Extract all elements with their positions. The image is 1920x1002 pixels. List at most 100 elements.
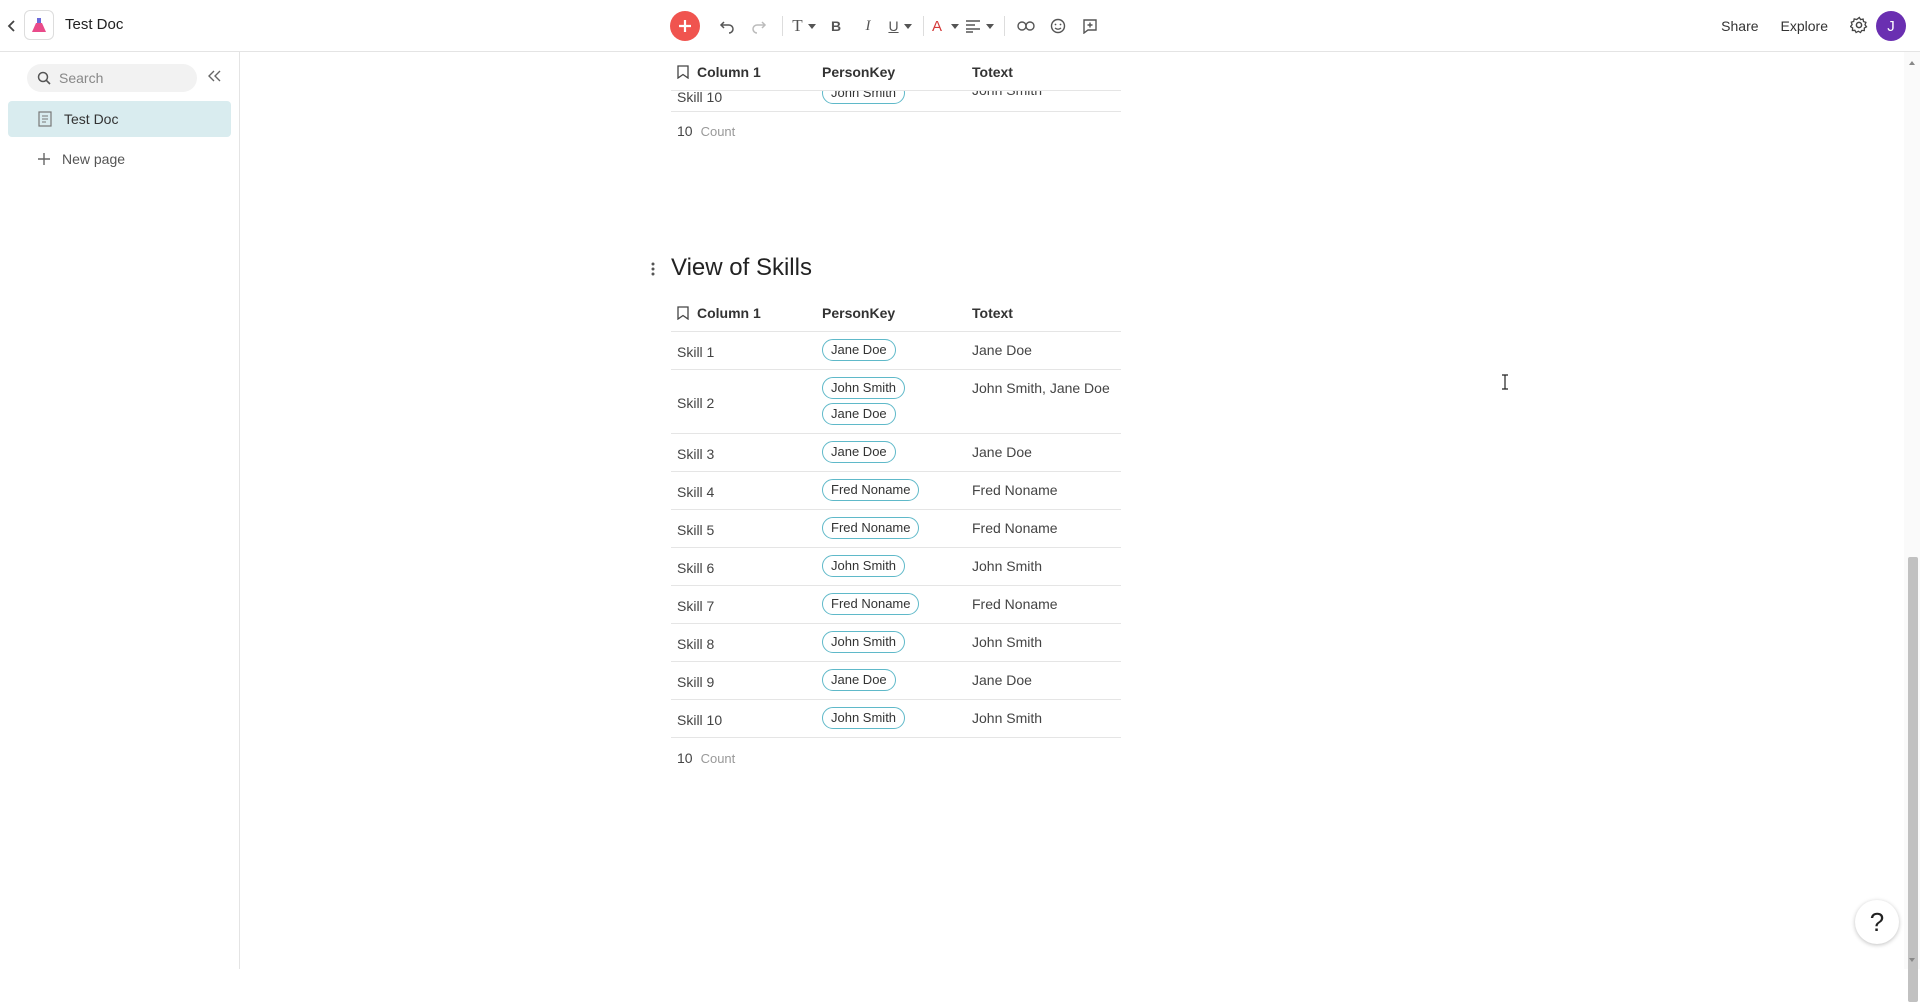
row-count: 10 [677, 750, 693, 766]
table-row[interactable]: Skill 1 Jane Doe Jane Doe [671, 332, 1121, 370]
plus-icon [38, 153, 50, 165]
formatting-toolbar: T B I U A [670, 10, 1109, 42]
text-style-dropdown[interactable]: T [791, 11, 817, 41]
table-header: Column 1 PersonKey Totext [671, 54, 1121, 91]
header-label: Column 1 [697, 305, 761, 321]
header-column1[interactable]: Column 1 [671, 305, 822, 321]
italic-icon: I [865, 17, 871, 34]
cell-totext: John Smith [972, 90, 1043, 98]
sidebar-page-test-doc[interactable]: Test Doc [8, 101, 231, 137]
collapse-sidebar-icon[interactable] [208, 69, 222, 87]
doc-title[interactable]: Test Doc [65, 16, 123, 33]
align-dropdown[interactable] [965, 11, 995, 41]
table-row[interactable]: Skill 6 John Smith John Smith [671, 548, 1121, 586]
doc-logo-icon[interactable] [24, 10, 54, 40]
new-page-label: New page [62, 151, 126, 167]
cell-totext: John Smith [972, 558, 1043, 574]
document-canvas[interactable]: Skill 10 John Smith John Smith Column 1 … [240, 52, 1904, 969]
skills-table: Column 1 PersonKey Totext Skill 1 Jane Do… [671, 295, 1121, 778]
explore-button[interactable]: Explore [1781, 18, 1828, 34]
count-label[interactable]: Count [701, 751, 736, 766]
count-label[interactable]: Count [701, 124, 736, 139]
chevron-down-icon [903, 23, 912, 29]
cell-totext: John Smith [972, 710, 1043, 726]
person-chip[interactable]: John Smith [822, 555, 906, 577]
cell-totext: Fred Noname [972, 520, 1058, 536]
person-chip[interactable]: Fred Noname [822, 593, 920, 615]
cell-column1: Skill 6 [677, 560, 715, 576]
person-chip[interactable]: Jane Doe [822, 441, 896, 463]
toolbar-divider [923, 16, 924, 36]
person-chip[interactable]: Jane Doe [822, 669, 896, 691]
person-chip[interactable]: Jane Doe [822, 339, 896, 361]
cell-column1: Skill 7 [677, 598, 715, 614]
cell-personkey: John Smith [822, 90, 972, 111]
header-personkey[interactable]: PersonKey [822, 305, 972, 321]
emoji-icon[interactable] [1045, 11, 1071, 41]
cell-totext: John Smith, Jane Doe [972, 380, 1110, 396]
comment-add-icon[interactable] [1077, 11, 1103, 41]
cell-personkey: John Smith Jane Doe [822, 370, 972, 433]
undo-icon[interactable] [714, 11, 740, 41]
bookmark-icon [677, 65, 689, 79]
cell-column1: Skill 5 [677, 522, 715, 538]
new-page-button[interactable]: New page [38, 151, 125, 167]
share-button[interactable]: Share [1721, 18, 1758, 34]
toolbar-divider [782, 16, 783, 36]
header-totext[interactable]: Totext [972, 305, 1121, 321]
italic-button[interactable]: I [855, 11, 881, 41]
text-style-icon: T [792, 16, 803, 35]
person-chip[interactable]: John Smith [822, 377, 906, 399]
back-arrow-icon[interactable] [4, 16, 20, 36]
search-icon [37, 71, 51, 85]
person-chip[interactable]: John Smith [822, 90, 906, 104]
person-chip[interactable]: John Smith [822, 707, 906, 729]
table-row[interactable]: Skill 9 Jane Doe Jane Doe [671, 662, 1121, 700]
settings-gear-icon[interactable] [1849, 16, 1868, 37]
person-chip[interactable]: John Smith [822, 631, 906, 653]
bookmark-icon [677, 306, 689, 320]
table-row[interactable]: Skill 4 Fred Noname Fred Noname [671, 472, 1121, 510]
text-color-dropdown[interactable]: A [932, 11, 960, 41]
scroll-down-arrow-icon[interactable] [1904, 955, 1920, 965]
underline-icon: U [888, 18, 899, 34]
cell-column1: Skill 10 [677, 90, 723, 105]
person-chip[interactable]: Fred Noname [822, 517, 920, 539]
table-row[interactable]: Skill 10 John Smith John Smith [671, 700, 1121, 738]
table-body: Skill 1 Jane Doe Jane Doe Skill 2 John Smith… [671, 332, 1121, 738]
vertical-scrollbar[interactable] [1904, 52, 1920, 1002]
cell-personkey: Jane Doe [822, 434, 972, 471]
table-row[interactable]: Skill 8 John Smith John Smith [671, 624, 1121, 662]
sidebar-page-label: Test Doc [64, 111, 119, 127]
block-drag-handle-icon[interactable] [651, 262, 655, 281]
table-row[interactable]: Skill 5 Fred Noname Fred Noname [671, 510, 1121, 548]
section-heading[interactable]: View of Skills [671, 254, 812, 282]
row-count: 10 [677, 123, 693, 139]
link-icon[interactable] [1013, 11, 1039, 41]
help-button[interactable]: ? [1855, 900, 1899, 944]
cell-column1: Skill 10 [677, 712, 723, 728]
person-chip[interactable]: Jane Doe [822, 403, 896, 425]
text-cursor-icon [1501, 374, 1509, 395]
table-row[interactable]: Skill 3 Jane Doe Jane Doe [671, 434, 1121, 472]
cell-column1: Skill 4 [677, 484, 715, 500]
add-block-button[interactable] [670, 11, 700, 41]
cell-totext: Fred Noname [972, 596, 1058, 612]
cell-personkey: Jane Doe [822, 662, 972, 699]
bold-button[interactable]: B [823, 11, 849, 41]
header-column1[interactable]: Column 1 [671, 64, 822, 80]
underline-dropdown[interactable]: U [887, 11, 913, 41]
user-avatar[interactable]: J [1876, 11, 1906, 41]
table-row[interactable]: Skill 10 John Smith John Smith [671, 90, 1121, 112]
table-row[interactable]: Skill 7 Fred Noname Fred Noname [671, 586, 1121, 624]
header-personkey[interactable]: PersonKey [822, 64, 972, 80]
scroll-up-arrow-icon[interactable] [1904, 58, 1920, 68]
table-row[interactable]: Skill 2 John Smith Jane Doe John Smith, Jan… [671, 370, 1121, 434]
person-chip[interactable]: Fred Noname [822, 479, 920, 501]
search-input[interactable] [57, 69, 191, 87]
search-box [27, 64, 197, 92]
scrollbar-thumb[interactable] [1908, 557, 1918, 1002]
redo-icon[interactable] [746, 11, 772, 41]
cell-personkey: John Smith [822, 624, 972, 661]
header-totext[interactable]: Totext [972, 64, 1121, 80]
